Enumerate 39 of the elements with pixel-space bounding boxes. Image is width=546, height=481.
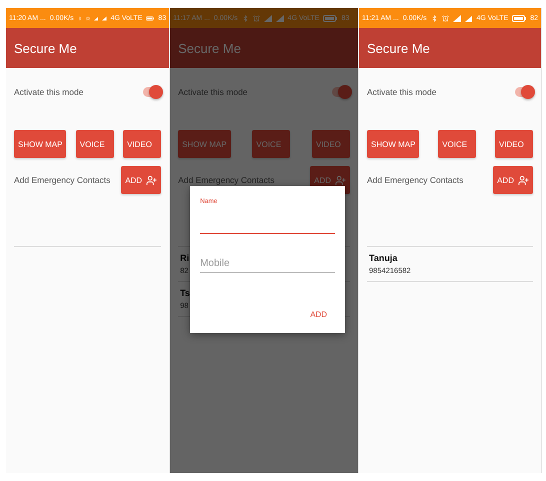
app-title: Secure Me: [367, 40, 430, 56]
contact-name: Ts: [180, 288, 190, 298]
action-button[interactable]: VOICE: [438, 130, 476, 158]
add-person-icon: [146, 174, 158, 186]
app-title: Secure Me: [178, 40, 241, 56]
contacts-label: Add Emergency Contacts: [14, 175, 110, 185]
contacts-label: Add Emergency Contacts: [367, 175, 464, 185]
contact-name: Ri: [180, 253, 190, 263]
alarm-icon: [442, 14, 449, 22]
mode-label: Activate this mode: [14, 87, 84, 97]
battery-icon: [323, 14, 338, 22]
input-field[interactable]: Mobile: [200, 256, 336, 273]
action-button[interactable]: VIDEO: [312, 130, 350, 158]
action-button[interactable]: VOICE: [252, 130, 290, 158]
dialog-add-button[interactable]: ADD: [302, 306, 336, 323]
action-button[interactable]: VIDEO: [123, 130, 162, 158]
action-button[interactable]: SHOW MAP: [178, 130, 231, 158]
bluetooth-icon: [242, 14, 249, 22]
mode-switch[interactable]: [332, 87, 350, 97]
action-button[interactable]: VIDEO: [494, 130, 533, 158]
battery-icon: [146, 14, 154, 22]
battery-icon: [512, 14, 526, 22]
action-button[interactable]: VOICE: [76, 130, 114, 158]
mode-switch[interactable]: [143, 87, 162, 97]
add-person-icon: [518, 174, 529, 186]
action-button[interactable]: SHOW MAP: [367, 130, 420, 158]
add-contact-button[interactable]: ADD: [121, 166, 162, 194]
add-contact-button[interactable]: ADD: [493, 166, 533, 194]
mode-label: Activate this mode: [367, 87, 436, 97]
mode-label: Activate this mode: [178, 87, 248, 97]
app-title: Secure Me: [14, 40, 77, 56]
bluetooth-icon: [78, 14, 82, 22]
action-button[interactable]: SHOW MAP: [14, 130, 66, 158]
contact-name: Tanuja: [369, 253, 398, 263]
alarm-icon: [86, 14, 90, 22]
bluetooth-icon: [430, 14, 438, 22]
mode-switch[interactable]: [514, 87, 533, 97]
contacts-label: Add Emergency Contacts: [178, 175, 274, 185]
alarm-icon: [252, 14, 260, 22]
